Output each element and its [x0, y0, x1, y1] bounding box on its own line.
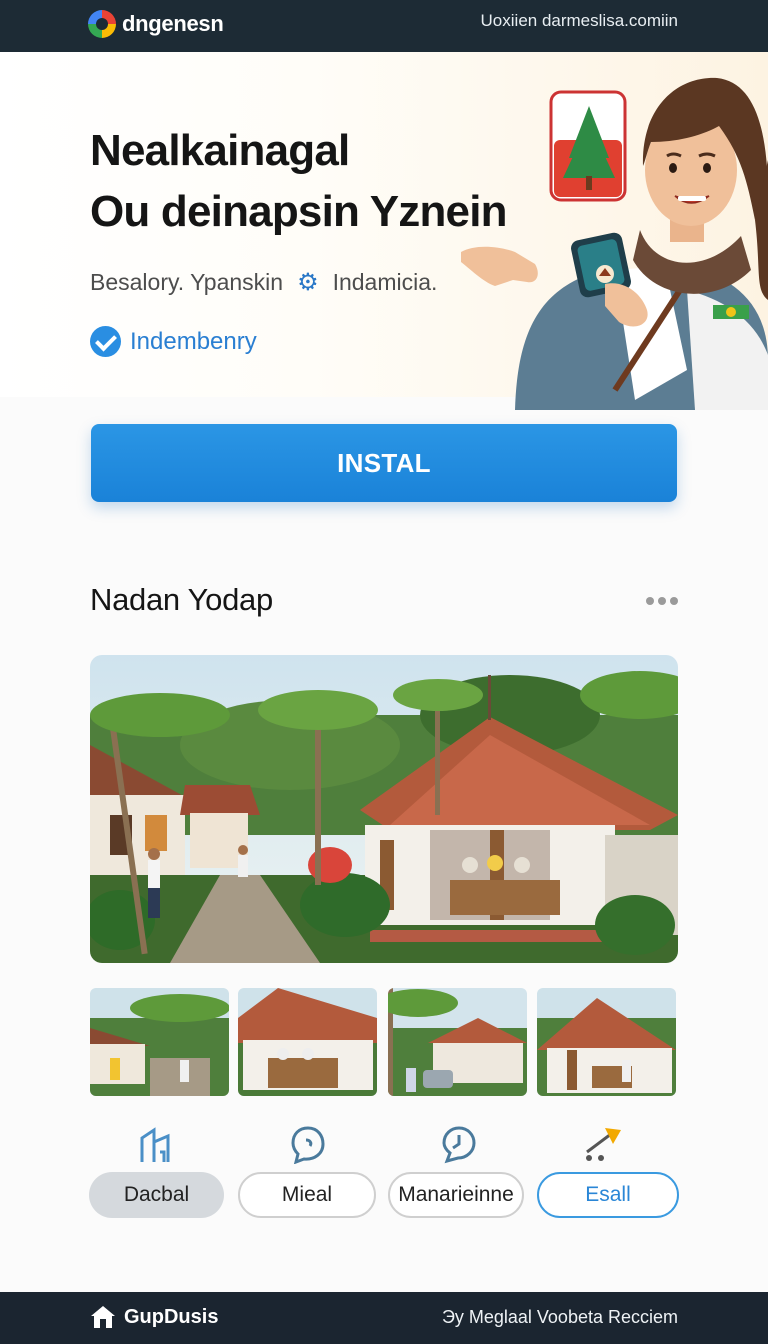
- brand-name: dngenesn: [122, 11, 224, 36]
- category-chip-4[interactable]: Esall: [537, 1172, 679, 1218]
- install-button[interactable]: INSTAL: [91, 424, 677, 502]
- top-bar: dngenesn Uoxiien darmeslisa.comiin: [0, 0, 768, 52]
- main-photo[interactable]: [90, 655, 678, 963]
- site-url-link[interactable]: Uoxiien darmeslisa.comiin: [481, 11, 678, 31]
- footer-brand-label: GupDusis: [124, 1305, 219, 1328]
- footer-brand[interactable]: GupDusis: [90, 1304, 218, 1330]
- section-title: Nadan Yodap: [90, 582, 273, 617]
- check-circle-icon: [90, 326, 121, 357]
- category-label: Indamicia.: [332, 269, 438, 295]
- tree-card-icon: [549, 90, 627, 202]
- thumbnail-4[interactable]: [537, 988, 676, 1096]
- thumbnail-image: [388, 988, 527, 1096]
- village-photo: [90, 655, 678, 963]
- hero-title: Nealkainagal Ou deinapsin Yznein: [90, 120, 508, 242]
- clock-bubble-icon: [442, 1126, 476, 1164]
- developer-label: Besalory. Ypanskin: [90, 269, 284, 295]
- send-arrow-icon: [586, 1128, 621, 1161]
- app-meta: Besalory. Ypanskin ⚙ Indamicia.: [90, 268, 437, 297]
- verified-label: Indembenry: [130, 327, 257, 355]
- home-icon: [91, 1306, 115, 1328]
- thumbnail-2[interactable]: [238, 988, 377, 1096]
- brand-logo-icon: [88, 10, 116, 38]
- category-chip-3[interactable]: Manarieinne: [388, 1172, 524, 1218]
- hero-title-line-1: Nealkainagal: [90, 126, 350, 175]
- footer-credit: Эy Meglaal Voobeta Recciem: [441, 1307, 678, 1327]
- thumbnail-3[interactable]: [388, 988, 527, 1096]
- brand[interactable]: dngenesn: [88, 10, 224, 38]
- thumbnail-1[interactable]: [90, 988, 229, 1096]
- footer-bar: GupDusis Эy Meglaal Voobeta Recciem: [0, 1292, 768, 1344]
- verified-badge: Indembenry: [90, 326, 257, 357]
- building-icon: [140, 1127, 170, 1162]
- hero-title-line-2: Ou deinapsin Yznein: [90, 187, 508, 236]
- category-chip-2[interactable]: Mieal: [238, 1172, 376, 1218]
- thumbnail-image: [90, 988, 229, 1096]
- thumbnail-image: [537, 988, 676, 1096]
- thumbnail-image: [238, 988, 377, 1096]
- gear-icon: ⚙: [297, 269, 319, 296]
- category-chip-1[interactable]: Dacbal: [89, 1172, 224, 1218]
- chat-bubble-icon: [291, 1126, 325, 1164]
- more-options-icon[interactable]: [646, 594, 680, 608]
